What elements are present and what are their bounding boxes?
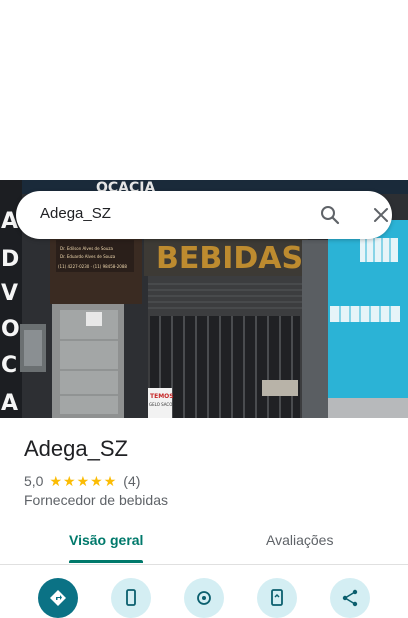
share-icon (342, 589, 358, 607)
search-icon[interactable] (318, 203, 342, 227)
star-rating: ★ ★ ★ ★ ★ (49, 474, 117, 488)
active-tab-indicator (69, 560, 143, 563)
send-to-phone-icon (271, 589, 283, 606)
star-icon: ★ (63, 473, 76, 489)
close-icon[interactable] (369, 203, 393, 227)
photo-plaque-phone: (11) 4227-0230 · (11) 98458-2088 (58, 264, 127, 269)
photo-side-letter-5: C (1, 353, 17, 378)
photo-small-sign-2: GELO SACO (149, 402, 172, 407)
photo-side-letter-4: O (1, 317, 20, 342)
directions-button[interactable] (38, 578, 78, 618)
star-icon: ★ (49, 473, 63, 489)
photo-side-letter-6: A (1, 391, 18, 416)
rating-row[interactable]: 5,0 ★ ★ ★ ★ ★ (4) (24, 472, 140, 490)
search-bar[interactable]: Adega_SZ (16, 191, 392, 239)
save-icon (197, 591, 211, 605)
save-button[interactable] (184, 578, 224, 618)
share-button[interactable] (330, 578, 370, 618)
tab-bar: Visão geral Avaliações (0, 524, 408, 565)
photo-plaque-line2: Dr. Eduardo Alves de Souza (60, 254, 116, 259)
place-category: Fornecedor de bebidas (24, 492, 168, 508)
rating-value: 5,0 (24, 473, 44, 489)
phone-icon (126, 589, 136, 606)
tab-reviews[interactable]: Avaliações (266, 532, 333, 548)
star-icon: ★ (76, 473, 90, 489)
photo-side-letter-2: D (1, 247, 19, 272)
send-to-phone-button[interactable] (257, 578, 297, 618)
photo-plaque-line1: Dr. Edilson Alves de Souza (60, 246, 113, 251)
action-buttons (0, 578, 408, 618)
map-blank-area (0, 0, 408, 180)
photo-side-letter-3: V (1, 281, 18, 306)
review-count[interactable]: (4) (123, 473, 140, 489)
call-button[interactable] (111, 578, 151, 618)
directions-icon (50, 590, 66, 606)
search-input[interactable]: Adega_SZ (40, 205, 111, 222)
place-title: Adega_SZ (24, 436, 128, 461)
tab-overview[interactable]: Visão geral (69, 532, 143, 548)
photo-small-sign-1: TEMOS (150, 393, 174, 400)
star-icon: ★ (90, 473, 103, 489)
photo-sign-bebidas: BEBIDAS (156, 241, 303, 276)
star-icon: ★ (103, 473, 117, 489)
